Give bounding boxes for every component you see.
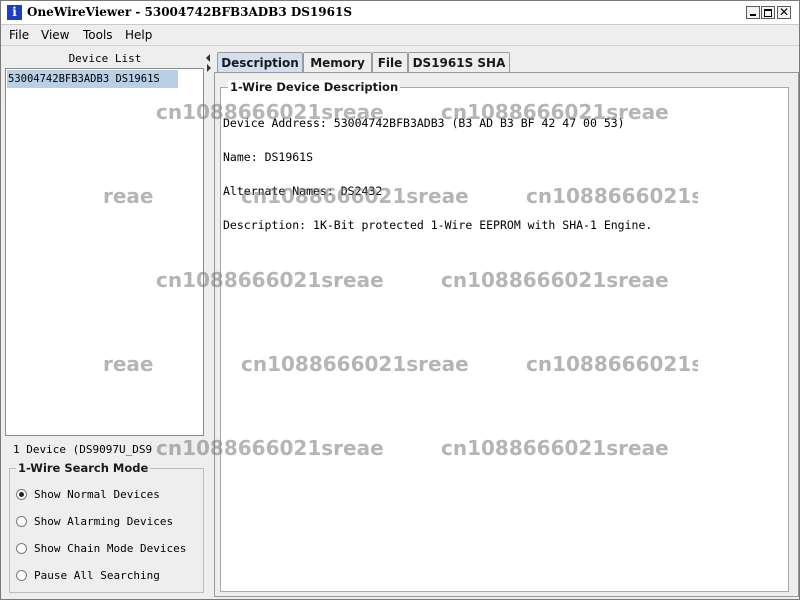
radio-label: Show Normal Devices: [34, 488, 160, 501]
device-description-group: 1-Wire Device Description Device Address…: [220, 80, 789, 592]
radio-button-checked[interactable]: [16, 489, 27, 500]
description-field: Description: 1K-Bit protected 1-Wire EEP…: [223, 218, 652, 233]
window-title: OneWireViewer - 53004742BFB3ADB3 DS1961S: [27, 5, 352, 19]
tab-ds1961s-sha[interactable]: DS1961S SHA: [408, 52, 510, 72]
close-icon[interactable]: ✕: [777, 5, 791, 19]
title-bar[interactable]: i OneWireViewer - 53004742BFB3ADB3 DS196…: [1, 1, 799, 25]
description-value: 1K-Bit protected 1-Wire EEPROM with SHA-…: [313, 218, 653, 232]
radio-label: Pause All Searching: [34, 569, 160, 582]
alternate-names-field: Alternate Names: DS2432: [223, 184, 382, 199]
app-window: i OneWireViewer - 53004742BFB3ADB3 DS196…: [0, 0, 800, 600]
device-list-header: Device List: [68, 52, 142, 65]
tab-description[interactable]: Description: [217, 52, 303, 72]
menu-tools[interactable]: Tools: [83, 27, 113, 43]
radio-label: Show Alarming Devices: [34, 515, 174, 528]
collapse-left-icon[interactable]: [206, 54, 210, 62]
alternate-names-value: DS2432: [340, 184, 383, 198]
device-name-field: Name: DS1961S: [223, 150, 313, 165]
maximize-icon[interactable]: [761, 6, 775, 19]
search-mode-title: 1-Wire Search Mode: [16, 461, 151, 476]
tab-content-description: 1-Wire Device Description Device Address…: [214, 72, 799, 597]
minimize-icon[interactable]: [746, 6, 760, 19]
device-list-item[interactable]: 53004742BFB3ADB3 DS1961S: [7, 70, 178, 88]
alternate-names-label: Alternate Names:: [223, 184, 334, 198]
split-pane-divider[interactable]: [205, 50, 213, 597]
search-mode-group: 1-Wire Search Mode Show Normal Devices S…: [9, 461, 204, 593]
expand-right-icon[interactable]: [207, 64, 211, 72]
menu-bar: File View Tools Help: [1, 25, 799, 46]
device-list[interactable]: 53004742BFB3ADB3 DS1961S: [5, 68, 204, 436]
menu-file[interactable]: File: [9, 27, 29, 43]
device-description-title: 1-Wire Device Description: [228, 80, 401, 94]
radio-button[interactable]: [16, 543, 27, 554]
device-count-status: 1 Device (DS9097U_DS9: [13, 443, 153, 456]
tab-file[interactable]: File: [372, 52, 408, 72]
close-glyph: ✕: [778, 5, 790, 19]
device-name-label: Name:: [223, 150, 258, 164]
right-panel: Description Memory File DS1961S SHA 1-Wi…: [214, 50, 799, 599]
radio-label: Show Chain Mode Devices: [34, 542, 187, 555]
menu-view[interactable]: View: [41, 27, 69, 43]
app-info-icon: i: [7, 5, 22, 20]
device-name-value: DS1961S: [264, 150, 314, 164]
radio-button[interactable]: [16, 516, 27, 527]
device-address-value: 53004742BFB3ADB3 (B3 AD B3 BF 42 47 00 5…: [333, 116, 625, 130]
left-panel: Device List 53004742BFB3ADB3 DS1961S 1 D…: [5, 50, 205, 595]
device-address-label: Device Address:: [223, 116, 327, 130]
tab-memory[interactable]: Memory: [303, 52, 372, 72]
description-label: Description:: [223, 218, 307, 232]
device-address-field: Device Address: 53004742BFB3ADB3 (B3 AD …: [223, 116, 625, 131]
radio-button[interactable]: [16, 570, 27, 581]
menu-help[interactable]: Help: [125, 27, 152, 43]
